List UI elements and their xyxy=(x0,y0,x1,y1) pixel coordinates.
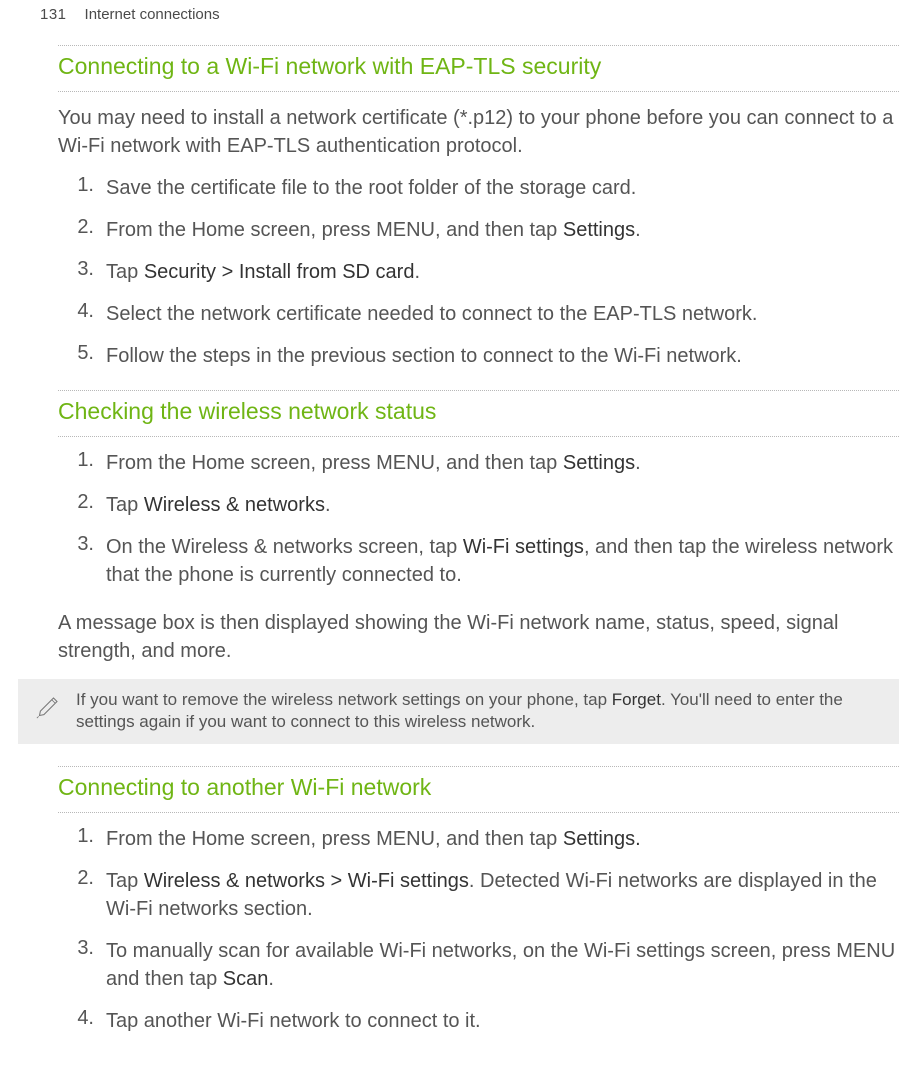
step-number: 1. xyxy=(58,449,106,472)
divider xyxy=(58,766,899,767)
step-text: Save the certificate file to the root fo… xyxy=(106,174,899,202)
ui-label: Wireless & networks > Wi-Fi settings xyxy=(144,870,469,892)
divider xyxy=(58,45,899,46)
step: 5. Follow the steps in the previous sect… xyxy=(58,342,899,370)
step-text: Select the network certificate needed to… xyxy=(106,300,899,328)
step-number: 4. xyxy=(58,300,106,323)
steps-list: 1. Save the certificate file to the root… xyxy=(58,174,899,370)
step-number: 3. xyxy=(58,533,106,556)
ui-label: Scan xyxy=(223,968,269,990)
step-text: Tap Wireless & networks > Wi-Fi settings… xyxy=(106,867,899,923)
step-text: Follow the steps in the previous section… xyxy=(106,342,899,370)
divider xyxy=(58,390,899,391)
document-page: 131 Internet connections Connecting to a… xyxy=(0,0,917,1085)
ui-label: Security > Install from SD card xyxy=(144,261,415,283)
section-heading: Connecting to another Wi-Fi network xyxy=(58,773,899,802)
step: 3. Tap Security > Install from SD card. xyxy=(58,258,899,286)
step-number: 1. xyxy=(58,174,106,197)
ui-label: Wi-Fi settings xyxy=(463,536,584,558)
step-text: Tap Security > Install from SD card. xyxy=(106,258,899,286)
step-text: Tap another Wi-Fi network to connect to … xyxy=(106,1007,899,1035)
intro-text: You may need to install a network certif… xyxy=(58,104,899,160)
step-text: From the Home screen, press MENU, and th… xyxy=(106,825,899,853)
chapter-title: Internet connections xyxy=(85,6,220,23)
step: 1. Save the certificate file to the root… xyxy=(58,174,899,202)
step: 2. Tap Wireless & networks. xyxy=(58,491,899,519)
divider xyxy=(58,812,899,813)
step: 1. From the Home screen, press MENU, and… xyxy=(58,825,899,853)
step-number: 3. xyxy=(58,258,106,281)
steps-list: 1. From the Home screen, press MENU, and… xyxy=(58,825,899,1035)
ui-label: Forget xyxy=(612,690,661,709)
pencil-icon xyxy=(36,689,66,724)
step-number: 1. xyxy=(58,825,106,848)
step: 1. From the Home screen, press MENU, and… xyxy=(58,449,899,477)
page-content: Connecting to a Wi-Fi network with EAP-T… xyxy=(58,45,899,1035)
step-number: 4. xyxy=(58,1007,106,1030)
step-number: 2. xyxy=(58,491,106,514)
step-text: From the Home screen, press MENU, and th… xyxy=(106,216,899,244)
page-number: 131 xyxy=(40,6,67,23)
step-text: Tap Wireless & networks. xyxy=(106,491,899,519)
step: 2. Tap Wireless & networks > Wi-Fi setti… xyxy=(58,867,899,923)
section-heading: Connecting to a Wi-Fi network with EAP-T… xyxy=(58,52,899,81)
divider xyxy=(58,91,899,92)
step-number: 3. xyxy=(58,937,106,960)
step-number: 5. xyxy=(58,342,106,365)
step: 4. Select the network certificate needed… xyxy=(58,300,899,328)
step: 3. To manually scan for available Wi-Fi … xyxy=(58,937,899,993)
step-number: 2. xyxy=(58,867,106,890)
step-text: On the Wireless & networks screen, tap W… xyxy=(106,533,899,589)
step-text: From the Home screen, press MENU, and th… xyxy=(106,449,899,477)
after-text: A message box is then displayed showing … xyxy=(58,609,899,665)
ui-label: Settings xyxy=(563,452,635,474)
steps-list: 1. From the Home screen, press MENU, and… xyxy=(58,449,899,589)
divider xyxy=(58,436,899,437)
page-header: 131 Internet connections xyxy=(18,6,899,23)
step-text: To manually scan for available Wi-Fi net… xyxy=(106,937,899,993)
step: 2. From the Home screen, press MENU, and… xyxy=(58,216,899,244)
ui-label: Settings. xyxy=(563,828,641,850)
step-number: 2. xyxy=(58,216,106,239)
note-text: If you want to remove the wireless netwo… xyxy=(76,689,881,735)
step: 4. Tap another Wi-Fi network to connect … xyxy=(58,1007,899,1035)
step: 3. On the Wireless & networks screen, ta… xyxy=(58,533,899,589)
ui-label: Wireless & networks xyxy=(144,494,325,516)
ui-label: Settings xyxy=(563,219,635,241)
note-box: If you want to remove the wireless netwo… xyxy=(18,679,899,745)
section-heading: Checking the wireless network status xyxy=(58,397,899,426)
